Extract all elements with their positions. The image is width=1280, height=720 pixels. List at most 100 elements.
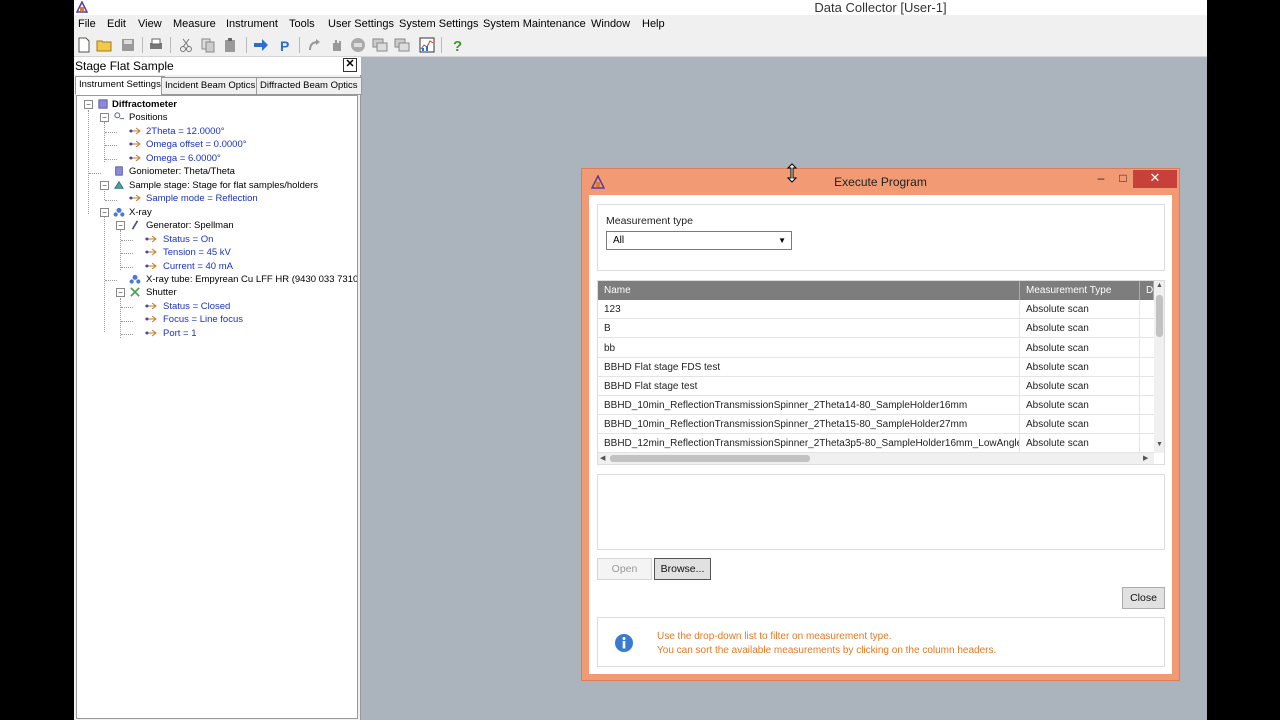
tab-incident-beam-optics[interactable]: Incident Beam Optics (161, 77, 260, 95)
copy-icon[interactable] (200, 37, 216, 53)
menu-file[interactable]: File (78, 17, 96, 31)
row-type: Absolute scan (1020, 377, 1140, 396)
open-folder-icon[interactable] (96, 37, 112, 53)
scroll-right-icon[interactable]: ▶ (1143, 453, 1148, 464)
menu-help[interactable]: Help (642, 17, 665, 31)
row-name: bb (598, 339, 1020, 358)
tree-sample-stage[interactable]: Sample stage: Stage for flat samples/hol… (129, 180, 318, 192)
expander-sample-stage[interactable]: − (100, 181, 109, 190)
browse-button[interactable]: Browse... (654, 558, 711, 580)
tree-tension[interactable]: Tension = 45 kV (163, 247, 231, 259)
dialog-body: Measurement type All ▼ Name Measurement … (589, 195, 1172, 674)
scroll-up-icon[interactable]: ▲ (1155, 282, 1164, 289)
setting-arrow-icon (145, 248, 157, 256)
tree-positions[interactable]: Positions (129, 112, 168, 124)
measurements-table: Name Measurement Type D 123 Absolute sca… (597, 280, 1165, 465)
row-type: Absolute scan (1020, 300, 1140, 319)
scroll-down-icon[interactable]: ▼ (1155, 441, 1164, 448)
window-icon[interactable] (372, 37, 388, 53)
info-box: Use the drop-down list to filter on meas… (597, 617, 1165, 667)
tree-generator-status[interactable]: Status = On (163, 234, 213, 246)
menu-edit[interactable]: Edit (107, 17, 126, 31)
menu-tools[interactable]: Tools (289, 17, 315, 31)
row-name: BBHD_10min_ReflectionTransmissionSpinner… (598, 415, 1020, 434)
redo-icon[interactable] (306, 37, 322, 53)
program-p-icon[interactable]: P (277, 37, 293, 53)
menu-view[interactable]: View (138, 17, 162, 31)
diffractometer-icon (98, 99, 108, 109)
description-box (597, 474, 1165, 550)
table-row[interactable]: 123 Absolute scan (598, 300, 1154, 319)
row-type: Absolute scan (1020, 396, 1140, 415)
setting-arrow-icon (129, 154, 141, 162)
horizontal-scroll-thumb[interactable] (610, 455, 810, 462)
tree-2theta[interactable]: 2Theta = 12.0000° (146, 126, 225, 138)
expander-shutter[interactable]: − (116, 288, 125, 297)
tree-diffractometer[interactable]: Diffractometer (112, 99, 177, 111)
vertical-scroll-thumb[interactable] (1156, 295, 1163, 337)
stop-icon[interactable] (350, 37, 366, 53)
cut-icon[interactable] (178, 37, 194, 53)
open-button[interactable]: Open (597, 558, 652, 580)
setting-arrow-icon (145, 315, 157, 323)
tree-shutter[interactable]: Shutter (146, 287, 177, 299)
tree-xray[interactable]: X-ray (129, 207, 152, 219)
table-row[interactable]: BBHD Flat stage test Absolute scan (598, 377, 1154, 396)
expander-positions[interactable]: − (100, 113, 109, 122)
table-row[interactable]: BBHD Flat stage FDS test Absolute scan (598, 358, 1154, 377)
tree-omega-offset[interactable]: Omega offset = 0.0000° (146, 139, 247, 151)
window2-icon[interactable] (394, 37, 410, 53)
tree-omega[interactable]: Omega = 6.0000° (146, 153, 221, 165)
scroll-left-icon[interactable]: ◀ (600, 453, 605, 464)
menu-system-maintenance[interactable]: System Maintenance (483, 17, 586, 31)
table-row[interactable]: BBHD_10min_ReflectionTransmissionSpinner… (598, 415, 1154, 434)
panel-close-button[interactable]: ✕ (343, 58, 357, 72)
table-row[interactable]: bb Absolute scan (598, 339, 1154, 358)
dialog-close-x-button[interactable]: ✕ (1133, 170, 1177, 188)
expander-diffractometer[interactable]: − (84, 100, 93, 109)
window-title: Data Collector [User-1] (814, 0, 947, 15)
table-vertical-scrollbar[interactable]: ▲ ▼ (1154, 281, 1164, 453)
tree-sample-mode[interactable]: Sample mode = Reflection (146, 193, 258, 205)
close-button[interactable]: Close (1122, 587, 1165, 609)
expander-generator[interactable]: − (116, 221, 125, 230)
menu-window[interactable]: Window (591, 17, 630, 31)
expander-xray[interactable]: − (100, 208, 109, 217)
dialog-maximize-button[interactable]: □ (1112, 170, 1134, 188)
tree-xray-tube[interactable]: X-ray tube: Empyrean Cu LFF HR (9430 033… (146, 274, 357, 286)
tree-shutter-status[interactable]: Status = Closed (163, 301, 230, 313)
measurement-type-group: Measurement type All ▼ (597, 204, 1165, 271)
menu-user-settings[interactable]: User Settings (328, 17, 394, 31)
new-file-icon[interactable] (76, 37, 92, 53)
table-row[interactable]: BBHD_12min_ReflectionTransmissionSpinner… (598, 434, 1154, 453)
menu-instrument[interactable]: Instrument (226, 17, 278, 31)
tree-focus[interactable]: Focus = Line focus (163, 314, 243, 326)
table-row[interactable]: B Absolute scan (598, 319, 1154, 338)
row-name: BBHD Flat stage test (598, 377, 1020, 396)
column-header-name[interactable]: Name (598, 281, 1020, 300)
panel-tabs: Instrument Settings Incident Beam Optics… (74, 76, 362, 95)
measurement-type-select[interactable]: All ▼ (606, 231, 792, 250)
help-icon[interactable]: ? (449, 37, 465, 53)
column-header-measurement-type[interactable]: Measurement Type (1020, 281, 1140, 300)
print-icon[interactable] (148, 37, 164, 53)
tree-generator[interactable]: Generator: Spellman (146, 220, 234, 232)
hand-icon[interactable] (328, 37, 344, 53)
dialog-minimize-button[interactable]: – (1090, 170, 1112, 188)
tab-instrument-settings[interactable]: Instrument Settings (75, 76, 165, 95)
menu-system-settings[interactable]: System Settings (399, 17, 478, 31)
dialog-title-bar: Execute Program – □ ✕ (582, 169, 1179, 195)
tab-diffracted-beam-optics[interactable]: Diffracted Beam Optics (256, 77, 362, 95)
save-icon[interactable] (120, 37, 136, 53)
column-header-d[interactable]: D (1140, 281, 1154, 300)
arrow-right-icon[interactable] (253, 37, 269, 53)
table-horizontal-scrollbar[interactable]: ◀ ▶ (598, 453, 1154, 464)
info-icon (615, 634, 633, 652)
paste-icon[interactable] (222, 37, 238, 53)
chart-icon[interactable] (419, 37, 435, 53)
menu-measure[interactable]: Measure (173, 17, 216, 31)
tree-goniometer[interactable]: Goniometer: Theta/Theta (129, 166, 235, 178)
table-row[interactable]: BBHD_10min_ReflectionTransmissionSpinner… (598, 396, 1154, 415)
tree-current[interactable]: Current = 40 mA (163, 261, 233, 273)
tree-port[interactable]: Port = 1 (163, 328, 197, 340)
